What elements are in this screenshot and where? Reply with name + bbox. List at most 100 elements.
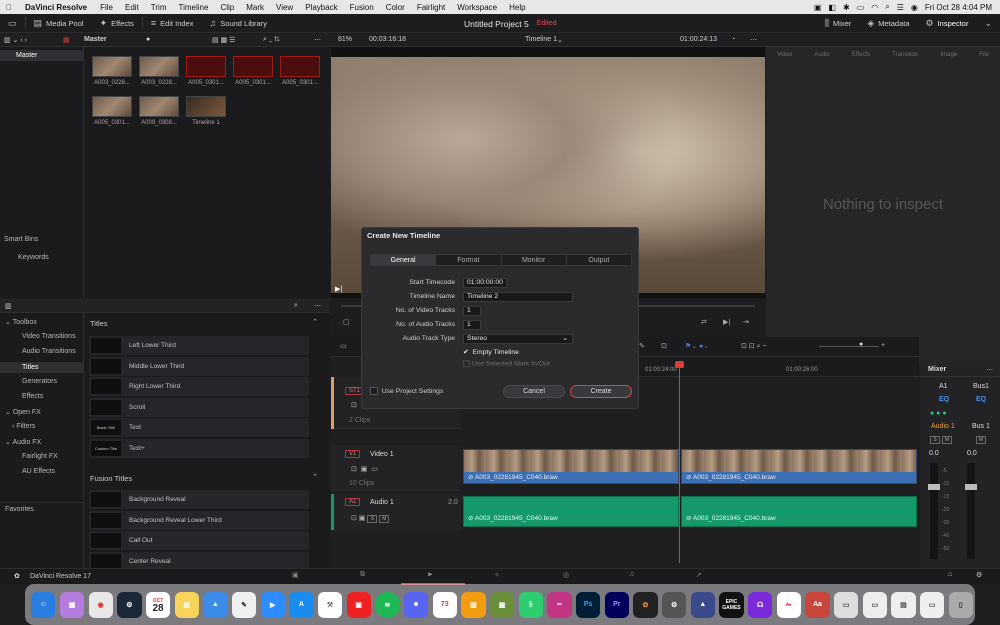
page-color-icon[interactable]: ◎ bbox=[563, 571, 569, 579]
lock-icon[interactable]: ⊡ ▣ ▭ bbox=[351, 465, 378, 473]
fusion-title-item[interactable]: Call Out bbox=[89, 531, 309, 550]
menu-fusion[interactable]: Fusion bbox=[344, 3, 380, 12]
bin-list-icon[interactable]: ▥ ⌄ ‹ › bbox=[4, 36, 27, 44]
menu-view[interactable]: View bbox=[270, 3, 299, 12]
settings-icon[interactable]: ⚙ bbox=[661, 591, 687, 618]
minecraft-icon[interactable]: ▦ bbox=[489, 591, 515, 618]
zoom-icon[interactable]: ▶ bbox=[260, 591, 285, 618]
title-item[interactable]: Left Lower Third bbox=[89, 336, 309, 355]
clip-thumbnail[interactable] bbox=[92, 96, 132, 117]
launchpad-icon[interactable]: ▦ bbox=[59, 591, 85, 618]
track-badge-a1[interactable]: A1 bbox=[345, 498, 361, 506]
tree-open-fx[interactable]: ⌄ Open FX bbox=[0, 408, 84, 416]
timeline-options-icon[interactable]: ▭ bbox=[340, 342, 347, 350]
audio-clip[interactable]: ⊘ A003_02281945_C040.braw bbox=[463, 496, 679, 527]
playhead-handle[interactable] bbox=[675, 361, 684, 368]
start-timecode-input[interactable]: 01:00:00:00 bbox=[463, 278, 507, 288]
mixer-bus-mute[interactable]: M bbox=[976, 436, 986, 444]
next-frame-icon[interactable]: ▶| bbox=[723, 318, 730, 326]
title-item[interactable]: Basic Title Text bbox=[89, 418, 309, 437]
solo-button[interactable]: S bbox=[367, 515, 378, 523]
video-clip[interactable]: ⊘ A003_02281945_C040.braw bbox=[463, 449, 679, 484]
clip-thumbnail[interactable] bbox=[186, 56, 226, 77]
siri-icon[interactable]: ◉ bbox=[911, 3, 918, 12]
zoom-slider[interactable] bbox=[819, 346, 879, 347]
clip-thumbnail[interactable] bbox=[139, 96, 179, 117]
creative-cloud-icon[interactable]: ∞ bbox=[547, 591, 572, 618]
more-icon[interactable]: ⋯ bbox=[314, 302, 321, 310]
window-thumbnail-icon[interactable]: ▤ bbox=[891, 591, 916, 618]
tab-format[interactable]: Format bbox=[436, 255, 502, 265]
search-icon[interactable]: ⌕ bbox=[885, 2, 889, 12]
view-mode-icons[interactable]: ▤ ▦ ☰ bbox=[212, 36, 235, 44]
eq-button[interactable]: EQ bbox=[939, 396, 949, 403]
zoom-icons[interactable]: ⊡ ⊡ ⌕ − bbox=[741, 342, 767, 351]
mute-button[interactable]: M bbox=[976, 436, 986, 444]
menu-app-name[interactable]: DaVinci Resolve bbox=[18, 3, 94, 12]
stack-icon[interactable]: ▦ bbox=[63, 36, 70, 44]
trash-icon[interactable]: ▯ bbox=[948, 591, 973, 618]
preview-icon[interactable]: ✎ bbox=[231, 591, 257, 618]
photoshop-icon[interactable]: Ps bbox=[575, 591, 601, 618]
page-fusion-icon[interactable]: ✧ bbox=[494, 571, 500, 579]
color-icon[interactable]: ◔ bbox=[731, 36, 735, 43]
slider-icon[interactable]: ● bbox=[146, 36, 150, 43]
status-icon[interactable]: ▣ bbox=[814, 3, 822, 12]
fusion-title-item[interactable]: Background Reveal Lower Third bbox=[89, 511, 309, 530]
blade-icon[interactable]: ✎ bbox=[639, 342, 645, 350]
metadata-button[interactable]: ◈ Metadata bbox=[859, 14, 917, 33]
battery-icon[interactable]: ▭ bbox=[857, 3, 865, 12]
keynote-icon[interactable]: ▲ bbox=[203, 591, 228, 618]
tab-output[interactable]: Output bbox=[567, 255, 631, 265]
apple-icon[interactable]:  bbox=[0, 3, 18, 12]
tab-effects[interactable]: Effects bbox=[852, 52, 870, 58]
end-icon[interactable]: ⇥ bbox=[743, 318, 749, 326]
tree-fairlight-fx[interactable]: Fairlight FX bbox=[0, 453, 84, 460]
clip-thumbnail[interactable] bbox=[92, 56, 132, 77]
search-icon[interactable]: ⌕ bbox=[294, 302, 298, 310]
flag-icon[interactable]: ⚑⌄ ●⌄ bbox=[685, 342, 709, 350]
menu-help[interactable]: Help bbox=[503, 3, 531, 12]
tree-au-effects[interactable]: AU Effects bbox=[0, 468, 84, 475]
track-controls[interactable]: ⊡ ▣ S M bbox=[351, 514, 390, 523]
clip-thumbnail[interactable] bbox=[280, 56, 320, 77]
status-icon[interactable]: ◧ bbox=[828, 3, 836, 12]
app-badge-icon[interactable]: 73 bbox=[432, 591, 457, 618]
mute-button[interactable]: M bbox=[379, 515, 390, 523]
dictionary-icon[interactable]: Aa bbox=[805, 591, 830, 618]
page-media-icon[interactable]: ▣ bbox=[292, 571, 299, 579]
lock-icon[interactable]: ⊡ bbox=[661, 342, 667, 350]
game-icon[interactable]: ▲ bbox=[690, 591, 715, 618]
window-thumbnail-icon[interactable]: ▭ bbox=[862, 591, 887, 618]
fader-handle[interactable] bbox=[928, 484, 940, 490]
calendar-icon[interactable]: OCT 28 bbox=[145, 591, 171, 618]
timeline-selector[interactable]: Timeline 1 bbox=[525, 36, 557, 43]
edit-index-button[interactable]: ≡ Edit Index bbox=[143, 14, 202, 33]
bin-master[interactable]: Master bbox=[0, 50, 84, 61]
fader-handle[interactable] bbox=[965, 484, 977, 490]
menu-timeline[interactable]: Timeline bbox=[173, 3, 215, 12]
mixer-button[interactable]: ⫼ Mixer bbox=[817, 14, 859, 33]
eq-button[interactable]: EQ bbox=[976, 396, 986, 403]
more-icon[interactable]: ⋯ bbox=[750, 36, 757, 44]
zoom-slider-handle[interactable]: ● bbox=[859, 341, 863, 348]
pan-indicator[interactable]: ● ● ● bbox=[930, 410, 947, 417]
bluetooth-icon[interactable]: ✱ bbox=[843, 3, 850, 12]
loop-icon[interactable]: ⇄ bbox=[701, 318, 707, 326]
chevron-up-icon[interactable]: ⌃ bbox=[312, 473, 318, 481]
gear-icon[interactable]: ⚙ bbox=[976, 571, 982, 579]
tab-transition[interactable]: Transition bbox=[892, 52, 918, 58]
chrome-icon[interactable]: ◉ bbox=[88, 591, 113, 618]
page-edit-tab[interactable]: ⫸ bbox=[401, 569, 465, 585]
menu-trim[interactable]: Trim bbox=[145, 3, 173, 12]
window-thumbnail-icon[interactable]: ▭ bbox=[920, 591, 945, 618]
finder-icon[interactable]: ☺ bbox=[31, 591, 56, 618]
audio-clip[interactable]: ⊘ A003_02281945_C040.braw bbox=[681, 496, 917, 527]
menu-fairlight[interactable]: Fairlight bbox=[411, 3, 451, 12]
tree-effects[interactable]: Effects bbox=[0, 393, 84, 400]
page-fairlight-icon[interactable]: ♫ bbox=[629, 571, 634, 578]
more-icon[interactable]: ⋯ bbox=[314, 36, 321, 44]
tree-audio-fx[interactable]: ⌄ Audio FX bbox=[0, 438, 84, 446]
chevron-up-icon[interactable]: ⌃ bbox=[312, 318, 318, 326]
audio-tracks-input[interactable]: 1 bbox=[463, 320, 481, 330]
